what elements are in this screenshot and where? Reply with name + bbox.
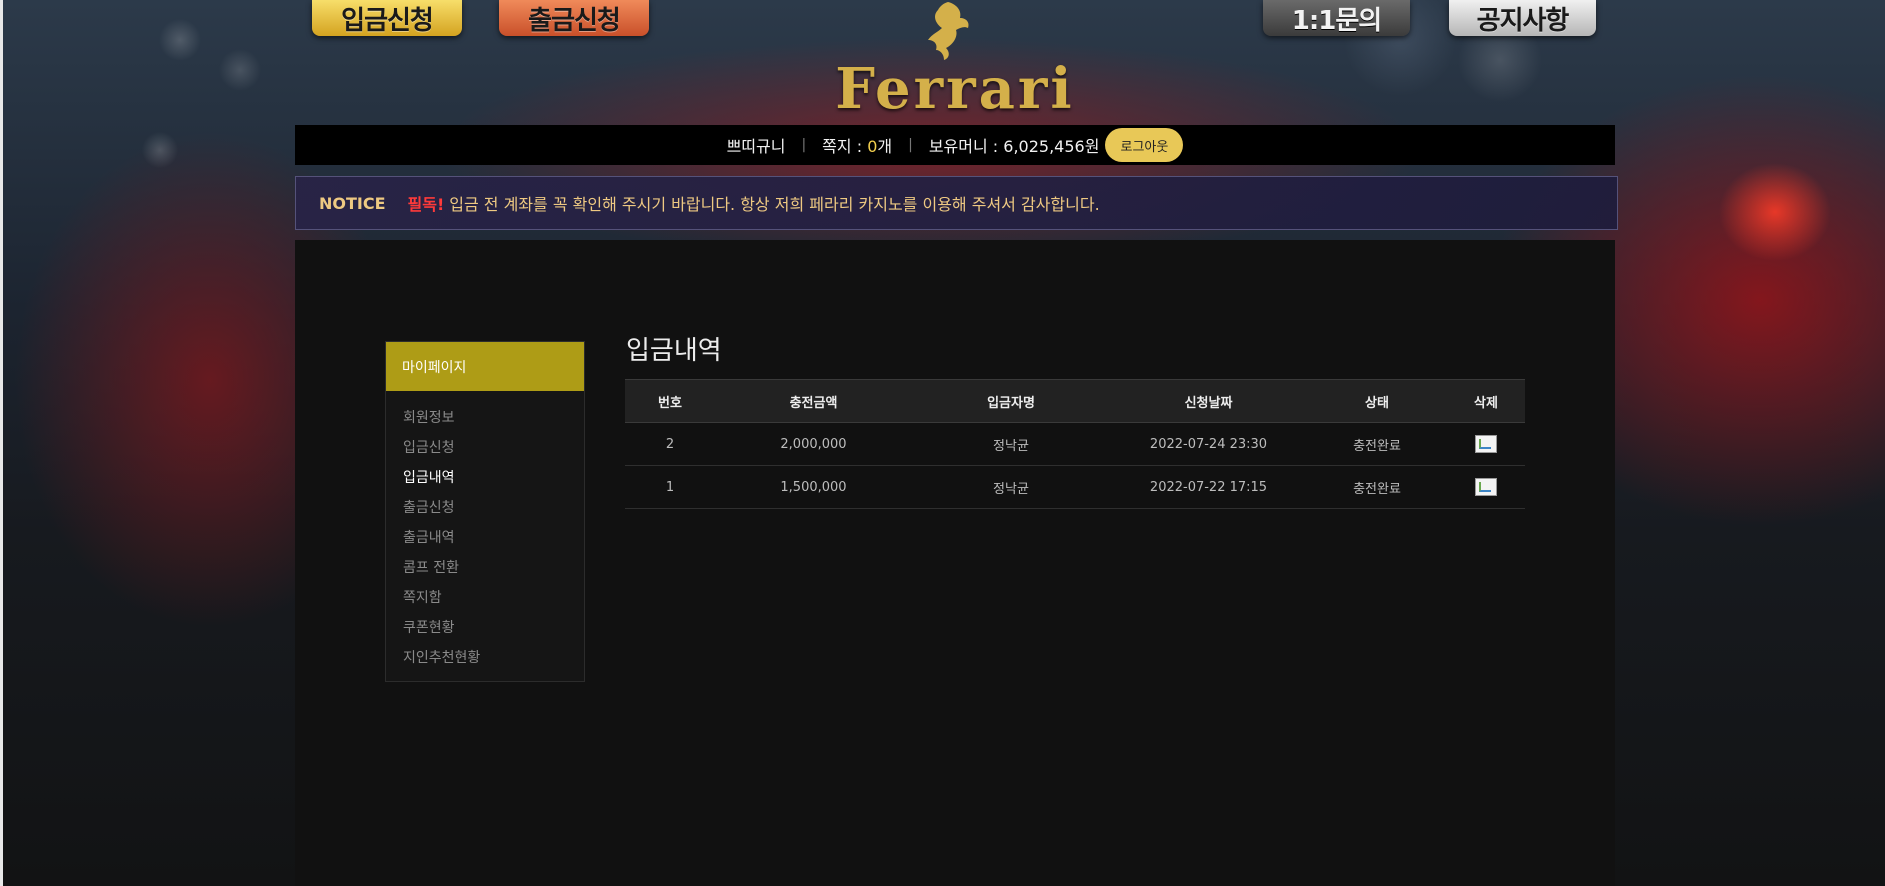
window-edge: [0, 0, 3, 886]
column-header-delete: 삭제: [1447, 379, 1525, 423]
notice-board-button[interactable]: 공지사항: [1449, 0, 1596, 36]
prancing-horse-icon: [928, 2, 969, 60]
cell-number: 1: [625, 465, 715, 509]
table-row: 2 2,000,000 정낙균 2022-07-24 23:30 충전완료: [625, 422, 1525, 466]
notice-bar: NOTICE 필독! 입금 전 계좌를 꼭 확인해 주시기 바랍니다. 항상 저…: [295, 176, 1618, 230]
messages-count: 0: [867, 137, 878, 156]
sidebar-item-deposit-request[interactable]: 입금신청: [386, 433, 584, 463]
sidebar-item-messages[interactable]: 쪽지함: [386, 583, 584, 613]
table-header-row: 번호 충전금액 입금자명 신청날짜 상태 삭제: [625, 379, 1525, 423]
cell-amount: 1,500,000: [715, 465, 912, 509]
deposit-history-table: 번호 충전금액 입금자명 신청날짜 상태 삭제 2 2,000,000 정낙균 …: [625, 379, 1525, 509]
sidebar-item-referrals[interactable]: 지인추천현황: [386, 643, 584, 673]
notice-emphasis: 필독!: [407, 195, 445, 214]
separator: |: [801, 137, 807, 153]
column-header-number: 번호: [625, 379, 715, 423]
messages-unit: 개: [877, 137, 893, 156]
cell-delete: [1447, 422, 1525, 466]
delete-icon[interactable]: [1475, 478, 1497, 496]
money-balance: 보유머니 : 6,025,456원: [928, 137, 1100, 156]
column-header-date: 신청날짜: [1110, 379, 1307, 423]
notice-label: NOTICE: [319, 193, 386, 213]
user-info-bar: 쁘띠규니 | 쪽지 : 0개 | 보유머니 : 6,025,456원 로그아웃: [295, 125, 1615, 165]
cell-depositor: 정낙균: [912, 422, 1110, 466]
mypage-sidebar: 마이페이지 회원정보 입금신청 입금내역 출금신청 출금내역 콤프 전환 쪽지함…: [385, 341, 585, 682]
cell-date: 2022-07-22 17:15: [1110, 465, 1307, 509]
sidebar-item-coupons[interactable]: 쿠폰현황: [386, 613, 584, 643]
cell-date: 2022-07-24 23:30: [1110, 422, 1307, 466]
column-header-depositor: 입금자명: [912, 379, 1110, 423]
page-title: 입금내역: [626, 336, 722, 366]
cell-delete: [1447, 465, 1525, 509]
column-header-amount: 충전금액: [715, 379, 912, 423]
sidebar-item-member-info[interactable]: 회원정보: [386, 403, 584, 433]
sidebar-item-comp-conversion[interactable]: 콤프 전환: [386, 553, 584, 583]
sidebar-item-withdraw-request[interactable]: 출금신청: [386, 493, 584, 523]
cell-status: 충전완료: [1307, 422, 1447, 466]
cell-status: 충전완료: [1307, 465, 1447, 509]
sidebar-item-withdraw-history[interactable]: 출금내역: [386, 523, 584, 553]
site-logo[interactable]: Ferrari: [820, 56, 1090, 122]
notice-text: 입금 전 계좌를 꼭 확인해 주시기 바랍니다. 항상 저희 페라리 카지노를 …: [449, 195, 1100, 214]
delete-icon[interactable]: [1475, 435, 1497, 453]
inquiry-button[interactable]: 1:1문의: [1263, 0, 1410, 36]
logout-button[interactable]: 로그아웃: [1105, 128, 1184, 162]
cell-amount: 2,000,000: [715, 422, 912, 466]
messages-label: 쪽지 :: [822, 137, 868, 156]
username: 쁘띠규니: [726, 137, 786, 156]
column-header-status: 상태: [1307, 379, 1447, 423]
sidebar-menu: 회원정보 입금신청 입금내역 출금신청 출금내역 콤프 전환 쪽지함 쿠폰현황 …: [386, 391, 584, 673]
messages-info[interactable]: 쪽지 : 0개: [822, 133, 892, 157]
sidebar-title: 마이페이지: [386, 342, 584, 391]
cell-number: 2: [625, 422, 715, 466]
deposit-request-button[interactable]: 입금신청: [312, 0, 462, 36]
separator: |: [908, 137, 913, 153]
sidebar-item-deposit-history[interactable]: 입금내역: [386, 463, 584, 493]
withdraw-request-button[interactable]: 출금신청: [499, 0, 649, 36]
table-row: 1 1,500,000 정낙균 2022-07-22 17:15 충전완료: [625, 465, 1525, 509]
cell-depositor: 정낙균: [912, 465, 1110, 509]
